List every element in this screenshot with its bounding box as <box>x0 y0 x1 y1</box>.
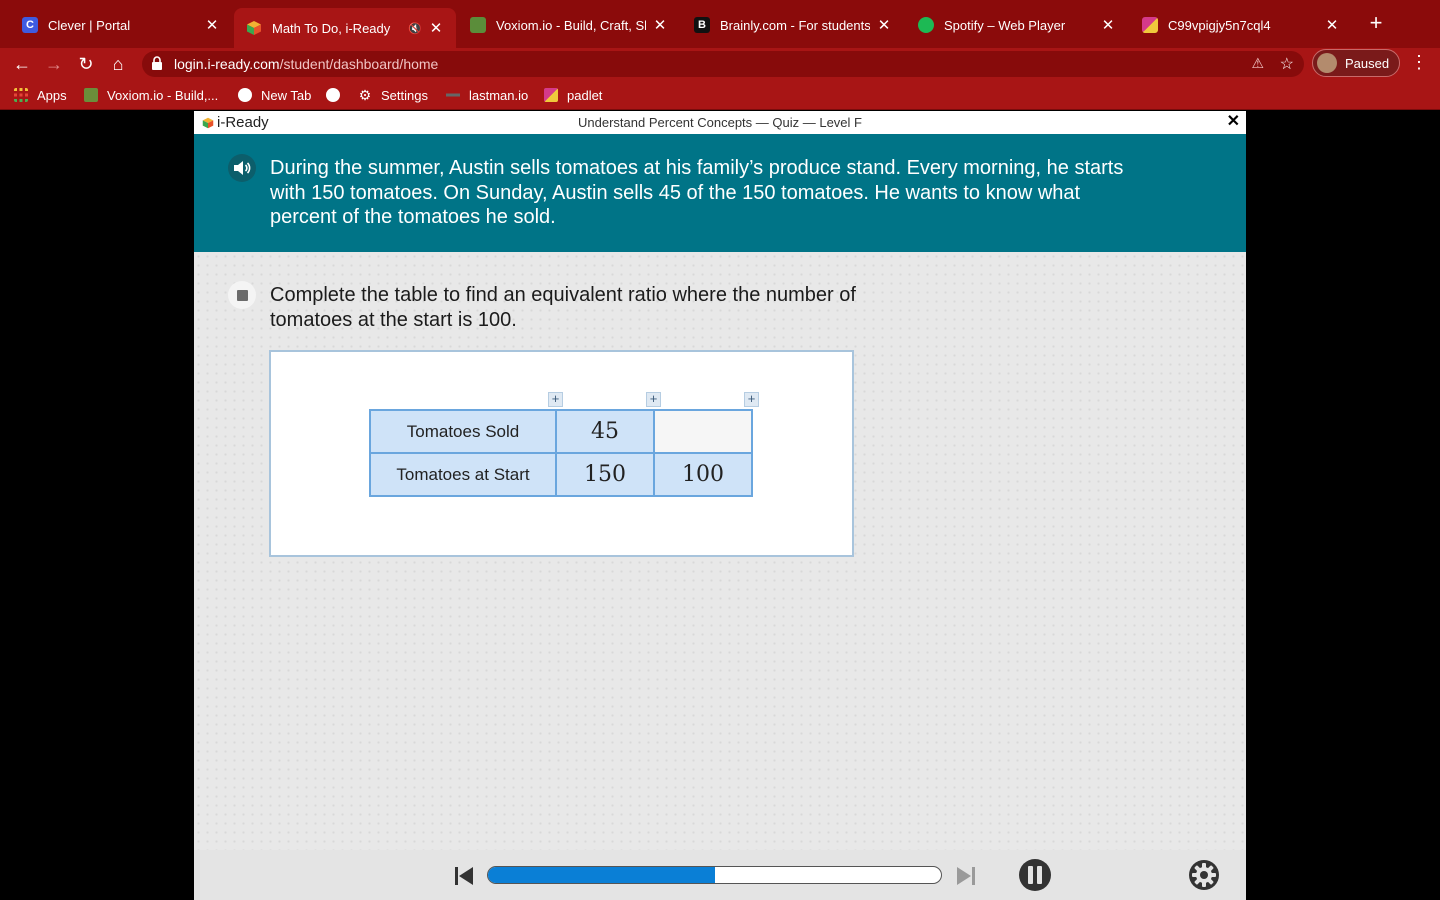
tab-title: Brainly.com - For students. <box>720 17 870 33</box>
lesson-controls <box>194 850 1246 900</box>
iready-icon <box>246 20 262 36</box>
address-bar[interactable]: login.i-ready.com/student/dashboard/home… <box>142 51 1304 77</box>
lesson-titlebar: i-Ready Understand Percent Concepts — Qu… <box>194 111 1246 134</box>
add-column-button[interactable]: + <box>744 392 759 407</box>
lesson-title: Understand Percent Concepts — Quiz — Lev… <box>578 115 862 130</box>
bookmarks-bar: Apps Voxiom.io - Build,... New Tab ⚙ Set… <box>0 80 1440 110</box>
forward-arrow-icon[interactable]: → <box>42 52 66 76</box>
stop-icon <box>236 289 248 301</box>
tab-site[interactable]: C99vpigjy5n7cql4 ✕ <box>1130 8 1352 42</box>
table-cell: 45 <box>555 409 655 454</box>
pause-button[interactable] <box>1019 859 1051 891</box>
settings-gear-icon[interactable] <box>1188 859 1220 891</box>
bookmark-label: lastman.io <box>469 87 529 103</box>
close-tab-icon[interactable]: ✕ <box>1100 16 1116 34</box>
row-label-tomatoes-at-start: Tomatoes at Start <box>369 452 557 497</box>
browser-toolbar: ← → ↻ ⌂ login.i-ready.com/student/dashbo… <box>0 48 1440 80</box>
close-tab-icon[interactable]: ✕ <box>204 16 220 34</box>
answer-input-cell[interactable] <box>653 409 753 454</box>
bookmark-apps[interactable]: Apps <box>14 85 67 105</box>
bookmark-lastman[interactable]: lastman.io <box>446 85 528 105</box>
close-tab-icon[interactable]: ✕ <box>876 16 892 34</box>
bookmark-settings[interactable]: ⚙ Settings <box>358 85 428 105</box>
bookmark-new-tab[interactable]: New Tab <box>238 85 311 105</box>
spotify-icon <box>918 17 934 33</box>
bookmark-voxiom[interactable]: Voxiom.io - Build,... <box>84 85 218 105</box>
lesson-progress-bar <box>487 866 942 884</box>
table-cell: 150 <box>555 452 655 497</box>
voxiom-icon <box>470 17 486 33</box>
row-label-tomatoes-sold: Tomatoes Sold <box>369 409 557 454</box>
site-icon <box>1142 17 1158 33</box>
tab-muted-icon[interactable]: 🔇 <box>408 22 422 35</box>
table-row: Tomatoes at Start 150 100 <box>369 452 753 497</box>
tab-spotify[interactable]: Spotify – Web Player ✕ <box>906 8 1128 42</box>
problem-prompt: During the summer, Austin sells tomatoes… <box>194 134 1246 252</box>
tab-title: Math To Do, i-Ready <box>272 20 391 36</box>
site-permission-icon[interactable]: ⚠ <box>1251 55 1264 72</box>
question-area: Complete the table to find an equivalent… <box>194 252 1246 850</box>
work-panel: + + + Tomatoes Sold 45 Tomatoes at Start… <box>269 350 854 557</box>
apps-grid-icon <box>14 88 28 102</box>
bookmark-star-icon[interactable]: ☆ <box>1280 54 1294 74</box>
menu-dots-icon[interactable]: ⋮ <box>1410 52 1428 73</box>
settings-gear-icon: ⚙ <box>358 87 372 103</box>
new-tab-icon <box>238 88 252 102</box>
question-text: Complete the table to find an equivalent… <box>270 284 856 331</box>
home-icon[interactable]: ⌂ <box>106 52 130 76</box>
table-row: Tomatoes Sold 45 <box>369 409 753 454</box>
avatar <box>1317 53 1337 73</box>
close-tab-icon[interactable]: ✕ <box>1324 16 1340 34</box>
new-tab-button[interactable]: + <box>1364 12 1388 36</box>
lastman-icon <box>446 88 460 102</box>
tab-title: Clever | Portal <box>48 17 131 33</box>
bookmark-label: Voxiom.io - Build,... <box>107 87 219 103</box>
tab-clever[interactable]: C Clever | Portal ✕ <box>10 8 232 42</box>
close-tab-icon[interactable]: ✕ <box>428 19 444 37</box>
bookmark-padlet[interactable]: padlet <box>544 85 602 105</box>
padlet-icon <box>544 88 558 102</box>
bookmark-label: New Tab <box>261 87 312 103</box>
pause-bar <box>1037 866 1042 884</box>
bookmark-label: padlet <box>567 87 603 103</box>
bookmark-globe[interactable] <box>326 85 340 105</box>
browser-tab-strip: C Clever | Portal ✕ Math To Do, i-Ready … <box>0 0 1440 48</box>
close-lesson-button[interactable]: ✕ <box>1227 111 1240 131</box>
skip-forward-icon[interactable] <box>954 864 978 888</box>
progress-fill <box>488 867 715 883</box>
brainly-icon: B <box>694 17 710 33</box>
globe-icon <box>326 88 340 102</box>
bookmark-label: Apps <box>37 87 67 103</box>
add-column-button[interactable]: + <box>548 392 563 407</box>
clever-icon: C <box>22 17 38 33</box>
tab-voxiom[interactable]: Voxiom.io - Build, Craft, Sho ✕ <box>458 8 680 42</box>
profile-status: Paused <box>1345 55 1390 71</box>
tab-title: Voxiom.io - Build, Craft, Sho <box>496 17 646 33</box>
table-cell: 100 <box>653 452 753 497</box>
close-tab-icon[interactable]: ✕ <box>652 16 668 34</box>
stop-audio-button[interactable] <box>228 281 256 309</box>
tab-title: C99vpigjy5n7cql4 <box>1168 17 1271 33</box>
skip-back-icon[interactable] <box>452 864 476 888</box>
voxiom-icon <box>84 88 98 102</box>
url-host: login.i-ready.com <box>174 56 280 72</box>
prompt-text: During the summer, Austin sells tomatoes… <box>270 157 1124 228</box>
tab-title: Spotify – Web Player <box>944 17 1066 33</box>
reload-icon[interactable]: ↻ <box>74 52 98 76</box>
url-path: /student/dashboard/home <box>279 56 439 72</box>
profile-button[interactable]: Paused <box>1312 49 1400 77</box>
add-column-button[interactable]: + <box>646 392 661 407</box>
lock-icon <box>152 56 162 70</box>
ratio-table: Tomatoes Sold 45 Tomatoes at Start 150 1… <box>369 409 753 497</box>
pause-bar <box>1028 866 1033 884</box>
tab-iready[interactable]: Math To Do, i-Ready 🔇 ✕ <box>234 8 456 48</box>
tab-brainly[interactable]: B Brainly.com - For students. ✕ <box>682 8 904 42</box>
back-arrow-icon[interactable]: ← <box>10 52 34 76</box>
url-text: login.i-ready.com/student/dashboard/home <box>174 56 438 72</box>
speaker-icon[interactable] <box>228 154 256 182</box>
iready-lesson: i-Ready Understand Percent Concepts — Qu… <box>194 111 1246 900</box>
bookmark-label: Settings <box>381 87 428 103</box>
